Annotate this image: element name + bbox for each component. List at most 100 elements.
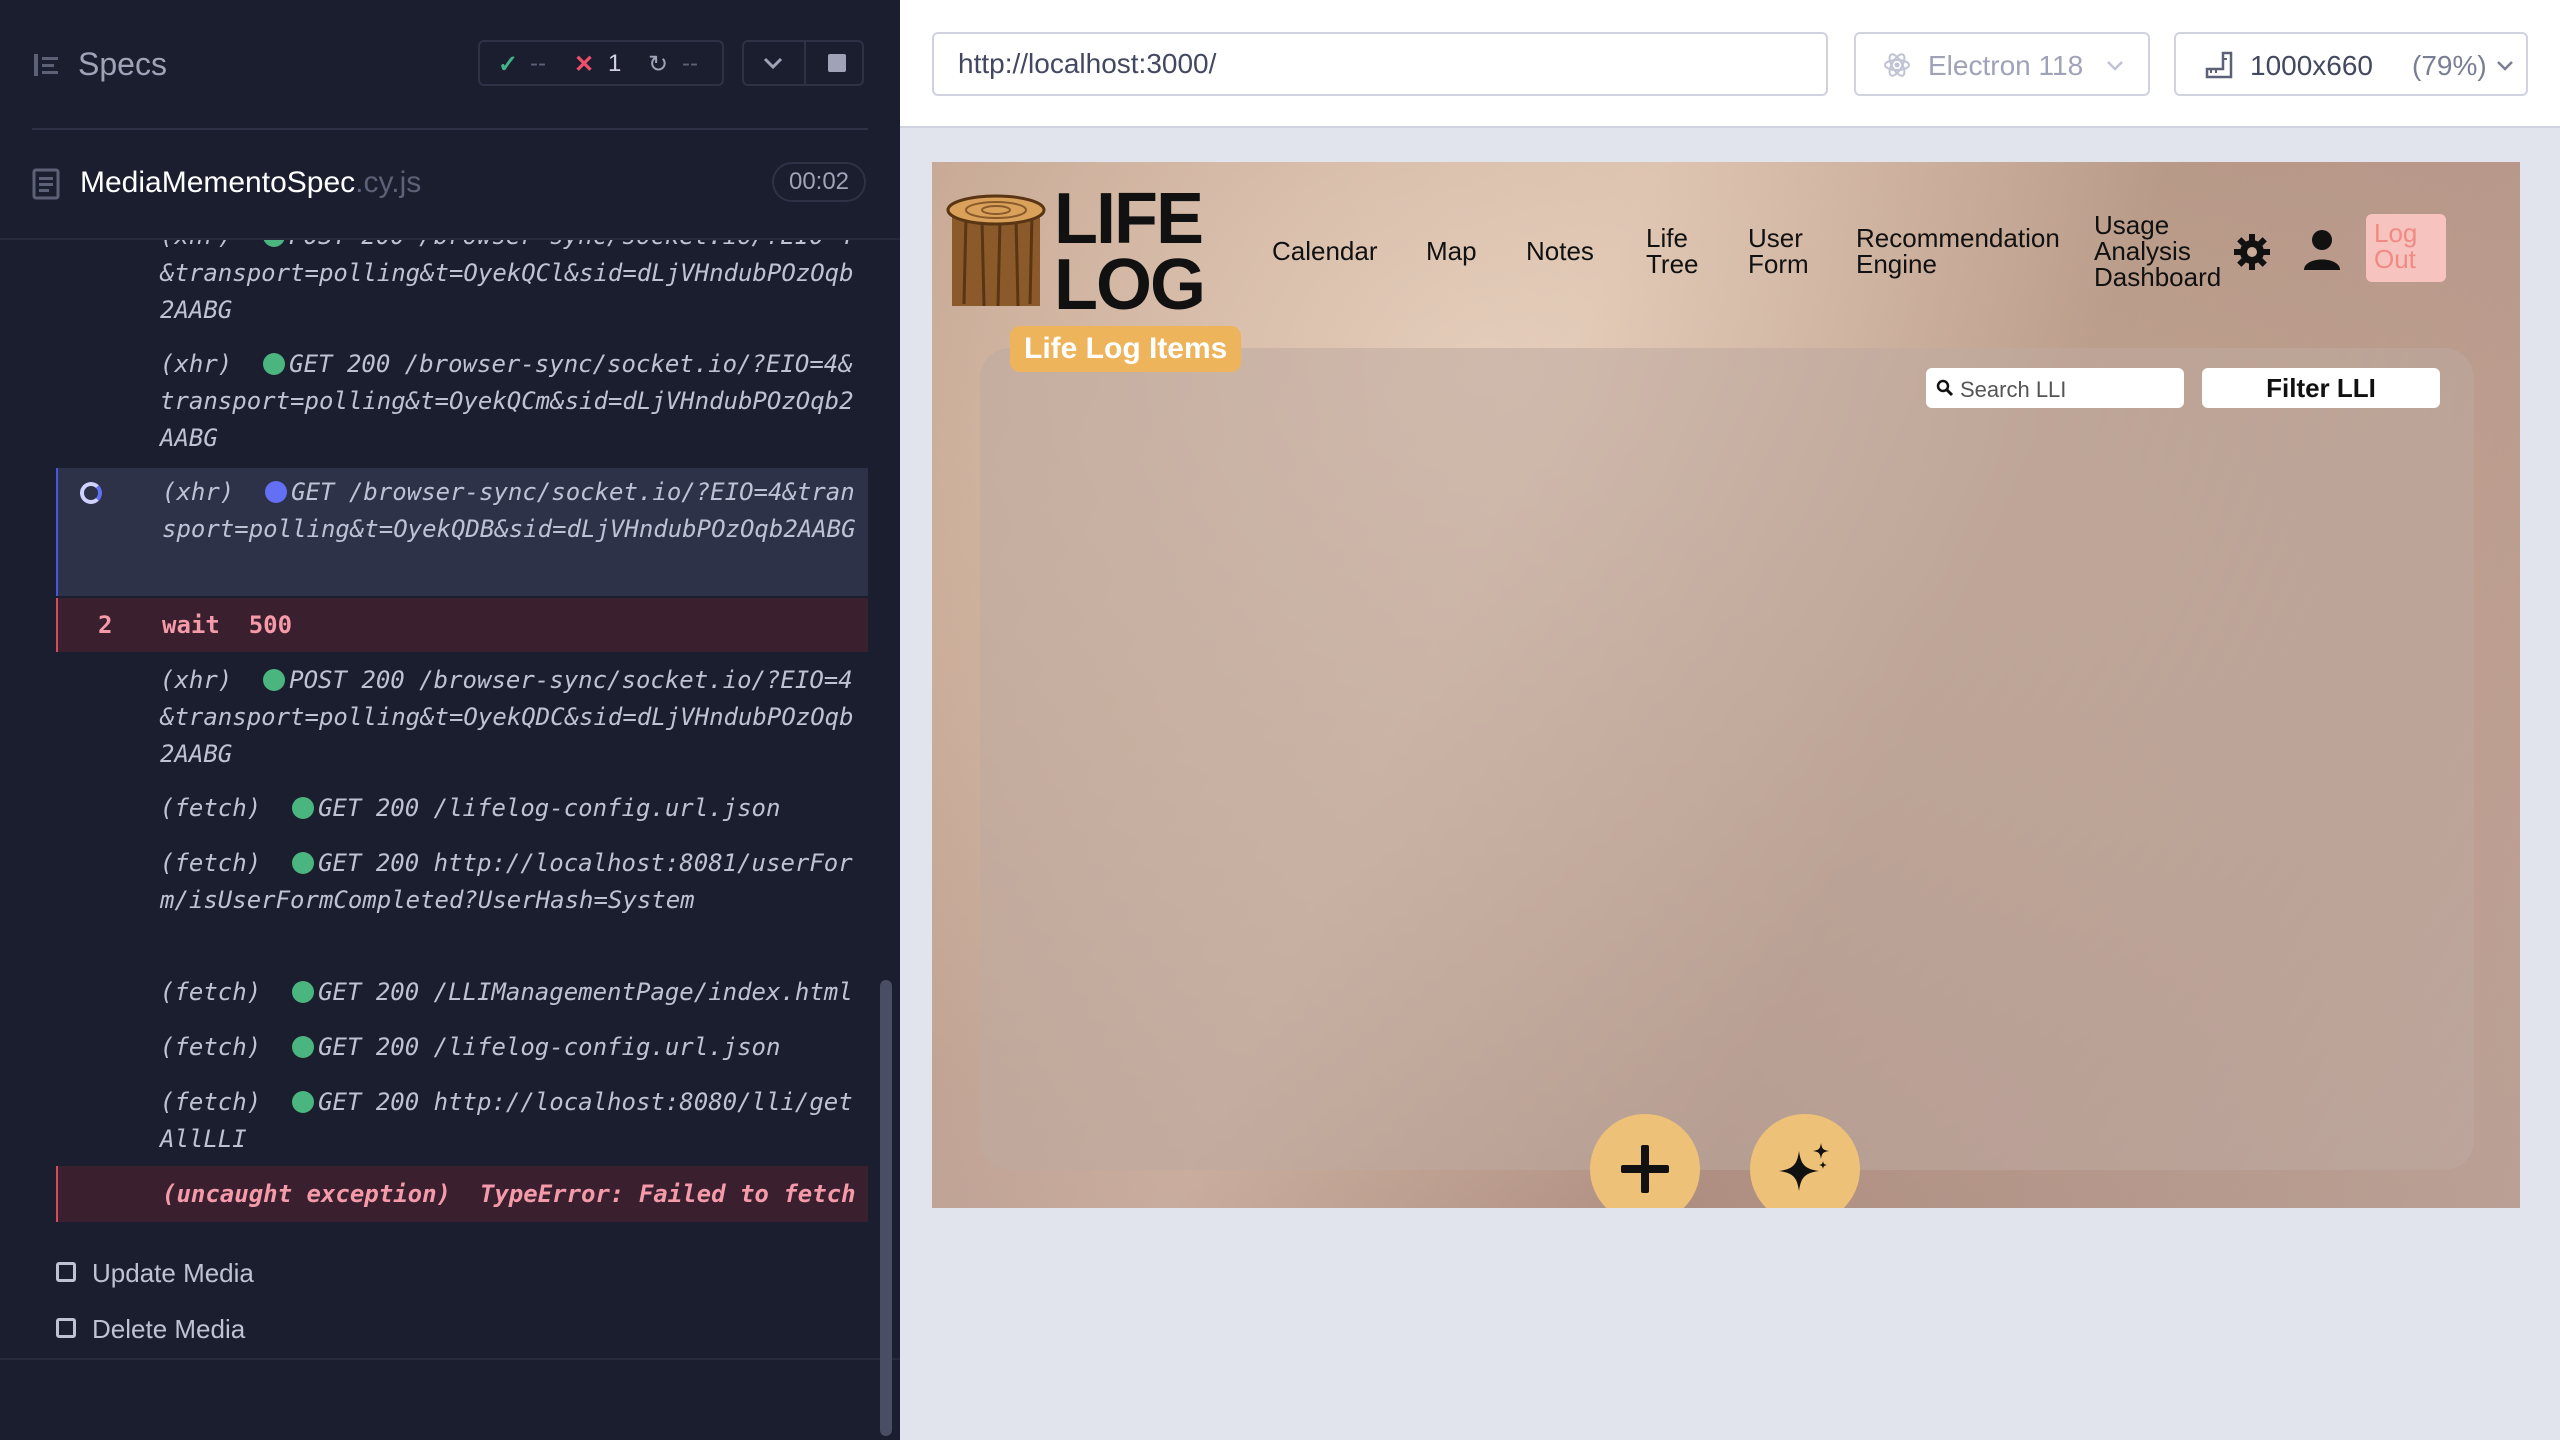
user-icon[interactable] bbox=[2302, 228, 2342, 272]
electron-icon bbox=[1884, 53, 1910, 77]
browser-select[interactable]: Electron 118 bbox=[1854, 32, 2150, 96]
command-type: (fetch) bbox=[160, 849, 262, 877]
command-type: (fetch) bbox=[160, 978, 262, 1006]
command-type: (uncaught exception) bbox=[162, 1180, 451, 1208]
command-type: (fetch) bbox=[160, 794, 262, 822]
reporter-scrollbar[interactable] bbox=[880, 980, 892, 1436]
app-logo-text[interactable]: LIFE LOG bbox=[1054, 183, 1206, 325]
filter-button[interactable]: Filter LLI bbox=[2202, 368, 2440, 408]
chevron-down-icon bbox=[2107, 61, 2123, 71]
command-type: (xhr) bbox=[160, 666, 233, 694]
command-type: (xhr) bbox=[160, 240, 232, 250]
browser-name: Electron 118 bbox=[1928, 50, 2084, 81]
search-icon bbox=[1936, 379, 1954, 397]
nav-label: Analysis bbox=[2094, 236, 2191, 266]
stop-icon[interactable] bbox=[828, 54, 846, 72]
command-number: 2 bbox=[98, 611, 113, 639]
command-message: POST 200 /browser-sync/socket.io/?EIO=4&… bbox=[160, 240, 854, 324]
status-dot-icon bbox=[263, 240, 286, 247]
chevron-down-icon bbox=[2497, 61, 2513, 71]
command-row[interactable]: (fetch) GET 200 /lifelog-config.url.json bbox=[56, 790, 868, 827]
lli-panel bbox=[980, 348, 2474, 1170]
command-row-error[interactable]: (uncaught exception) TypeError: Failed t… bbox=[56, 1166, 868, 1222]
spec-duration: 00:02 bbox=[772, 162, 866, 202]
command-row[interactable]: (xhr) POST 200 /browser-sync/socket.io/?… bbox=[56, 240, 868, 329]
browser-toolbar: http://localhost:3000/ Electron 118 1000… bbox=[900, 0, 2560, 128]
chevron-down-icon[interactable] bbox=[760, 50, 786, 76]
divider bbox=[804, 42, 806, 84]
viewport-zoom: (79%) bbox=[2412, 50, 2487, 81]
passed-check-icon: ✓ bbox=[498, 51, 519, 78]
specs-title[interactable]: Specs bbox=[78, 46, 167, 83]
command-message: GET 200 /lifelog-config.url.json bbox=[318, 794, 781, 822]
test-title: Delete Media bbox=[92, 1314, 246, 1344]
failed-count: 1 bbox=[608, 50, 622, 77]
command-row[interactable]: (fetch) GET 200 http://localhost:8081/us… bbox=[56, 845, 868, 956]
command-message: TypeError: Failed to fetch bbox=[479, 1180, 856, 1208]
app-viewport: LIFE LOG Calendar Map Notes Life Tree Us… bbox=[932, 162, 2520, 1208]
command-row-active[interactable]: (xhr) GET /browser-sync/socket.io/?EIO=4… bbox=[56, 468, 868, 596]
test-status-icon bbox=[56, 1262, 76, 1282]
nav-label: Recommendation bbox=[1856, 223, 2060, 253]
plus-icon bbox=[1621, 1145, 1669, 1193]
search-placeholder: Search LLI bbox=[1960, 377, 2067, 402]
url-field[interactable]: http://localhost:3000/ bbox=[932, 32, 1828, 96]
command-row[interactable]: (xhr) GET 200 /browser-sync/socket.io/?E… bbox=[56, 346, 868, 457]
nav-life-tree[interactable]: Life Tree bbox=[1646, 225, 1699, 277]
ruler-icon bbox=[2205, 51, 2233, 79]
nav-calendar[interactable]: Calendar bbox=[1272, 238, 1378, 264]
command-type: (xhr) bbox=[162, 478, 235, 506]
logo-line-2: LOG bbox=[1054, 245, 1206, 325]
nav-notes[interactable]: Notes bbox=[1526, 238, 1594, 264]
file-icon bbox=[32, 168, 60, 200]
nav-label: Engine bbox=[1856, 249, 1937, 279]
test-stats: ✓ -- ✕ 1 ↻ -- bbox=[478, 40, 724, 86]
status-dot-icon bbox=[292, 981, 315, 1003]
pending-count: -- bbox=[682, 50, 698, 77]
search-input[interactable]: Search LLI bbox=[1926, 368, 2184, 408]
loading-spinner-icon bbox=[80, 482, 102, 504]
command-message: wait 500 bbox=[162, 611, 293, 639]
logout-button[interactable]: Log Out bbox=[2366, 214, 2446, 282]
spec-name-text: MediaMementoSpec bbox=[80, 166, 356, 199]
test-title: Update Media bbox=[92, 1258, 254, 1288]
viewport-size: 1000x660 bbox=[2250, 50, 2374, 81]
nav-label: Tree bbox=[1646, 249, 1699, 279]
command-row-failed[interactable]: 2 wait 500 bbox=[56, 598, 868, 652]
reporter-controls bbox=[742, 40, 864, 86]
section-title: Life Log Items bbox=[1010, 326, 1242, 372]
test-item-update-media[interactable]: Update Media bbox=[56, 1258, 254, 1289]
status-dot-icon bbox=[263, 353, 286, 375]
command-type: (fetch) bbox=[160, 1088, 262, 1116]
reporter-panel: Specs ✓ -- ✕ 1 ↻ -- MediaMementoSpec.cy.… bbox=[0, 0, 900, 1440]
status-dot-icon bbox=[265, 481, 288, 503]
command-message: GET 200 http://localhost:8081/userForm/i… bbox=[160, 849, 853, 914]
specs-list-icon[interactable] bbox=[32, 50, 62, 80]
viewport-select[interactable]: 1000x660 (79%) bbox=[2174, 32, 2528, 96]
nav-usage-analysis-dashboard[interactable]: Usage Analysis Dashboard bbox=[2094, 212, 2221, 290]
command-row[interactable]: (fetch) GET 200 /LLIManagementPage/index… bbox=[56, 974, 868, 1011]
spec-file-row: MediaMementoSpec.cy.js 00:02 bbox=[0, 150, 900, 216]
status-dot-icon bbox=[292, 1036, 315, 1058]
status-dot-icon bbox=[292, 1091, 315, 1113]
test-status-icon bbox=[56, 1318, 76, 1338]
nav-label: Life bbox=[1646, 223, 1688, 253]
command-message: GET 200 http://localhost:8080/lli/getAll… bbox=[160, 1088, 853, 1153]
nav-recommendation-engine[interactable]: Recommendation Engine bbox=[1856, 225, 2060, 277]
command-message: GET 200 /lifelog-config.url.json bbox=[318, 1033, 781, 1061]
reporter-header: Specs ✓ -- ✕ 1 ↻ -- bbox=[0, 0, 900, 130]
nav-label: Usage bbox=[2094, 210, 2170, 240]
test-item-delete-media[interactable]: Delete Media bbox=[56, 1314, 245, 1345]
passed-count: -- bbox=[530, 50, 546, 77]
gear-icon[interactable] bbox=[2232, 232, 2272, 272]
command-message: GET 200 /LLIManagementPage/index.html bbox=[318, 978, 853, 1006]
nav-user-form[interactable]: User Form bbox=[1748, 225, 1809, 277]
command-row[interactable]: (fetch) GET 200 /lifelog-config.url.json bbox=[56, 1029, 868, 1066]
tree-stump-logo[interactable] bbox=[946, 192, 1046, 312]
nav-label: Dashboard bbox=[2094, 262, 2222, 292]
divider bbox=[32, 128, 868, 130]
command-row[interactable]: (fetch) GET 200 http://localhost:8080/ll… bbox=[56, 1084, 868, 1158]
command-row[interactable]: (xhr) POST 200 /browser-sync/socket.io/?… bbox=[56, 662, 868, 773]
failed-x-icon: ✕ bbox=[574, 51, 595, 78]
nav-map[interactable]: Map bbox=[1426, 238, 1477, 264]
